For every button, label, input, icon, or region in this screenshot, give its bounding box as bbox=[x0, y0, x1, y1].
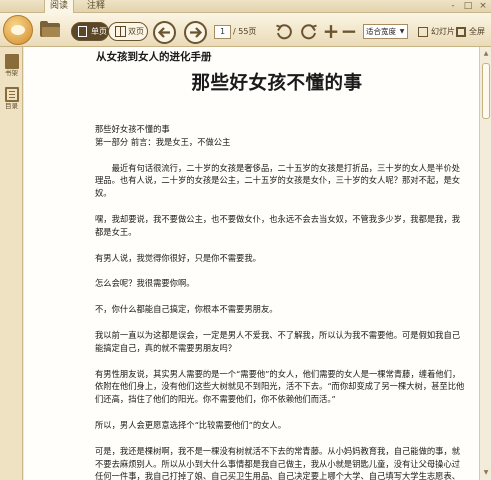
document-body: 那些好女孩不懂的事 第一部分 前言：我是女王，不做公主 最近有句话很流行，二十岁… bbox=[95, 123, 467, 480]
fit-mode-select[interactable]: 适合宽度 ▼ bbox=[363, 24, 408, 39]
slideshow-button[interactable]: 幻灯片 bbox=[418, 25, 455, 39]
document-page: 从女孩到女人的进化手册 那些好女孩不懂的事 那些好女孩不懂的事 第一部分 前言：… bbox=[24, 47, 479, 480]
app-logo[interactable] bbox=[3, 15, 33, 45]
sidebar-item-bookshelf[interactable]: 书架 bbox=[0, 54, 23, 78]
page-number-input[interactable]: 1 bbox=[214, 25, 231, 39]
paragraph: 可是，我还是棵树啊，我不是一棵没有树就活不下去的常青藤。从小妈妈教育我，自己能做… bbox=[95, 445, 461, 480]
toc-icon bbox=[4, 87, 19, 102]
rotate-left-icon[interactable] bbox=[275, 23, 293, 41]
tab-read[interactable]: 阅读 bbox=[44, 0, 74, 13]
scrollbar-thumb[interactable] bbox=[482, 63, 490, 119]
single-page-label: 单页 bbox=[91, 27, 107, 36]
close-icon[interactable]: × bbox=[477, 0, 489, 12]
paragraph: 有男性朋友说，其实男人需要的是一个“需要他”的女人，他们需要的女人是一棵常青藤，… bbox=[95, 368, 465, 405]
double-page-label: 双页 bbox=[128, 27, 144, 36]
scroll-down-icon[interactable]: ▼ bbox=[482, 469, 490, 477]
zoom-out-icon[interactable]: − bbox=[340, 21, 358, 41]
page-total: / 55页 bbox=[233, 27, 257, 36]
rotate-right-icon[interactable] bbox=[300, 23, 318, 41]
chapter-title: 那些好女孩不懂的事 bbox=[191, 73, 363, 94]
single-page-button[interactable]: 单页 bbox=[71, 22, 109, 41]
paragraph: 最近有句话很流行，二十岁的女孩是奢侈品，二十五岁的女孩是打折品，三十岁的女人是半… bbox=[95, 162, 461, 199]
zoom-in-icon[interactable]: + bbox=[322, 21, 340, 41]
chevron-down-icon: ▼ bbox=[399, 28, 405, 35]
vertical-scrollbar[interactable]: ▲ ▼ bbox=[479, 47, 491, 480]
fullscreen-button[interactable]: 全屏 bbox=[456, 25, 485, 39]
maximize-icon[interactable]: □ bbox=[462, 0, 474, 12]
sidebar-item-label: 书架 bbox=[5, 69, 18, 77]
arrow-left-icon bbox=[157, 27, 170, 38]
paragraph: 嘿，我却要说，我不要做公主，也不要做女仆，也永远不会去当女奴，不管我多少岁，我都… bbox=[95, 213, 461, 237]
slideshow-label: 幻灯片 bbox=[431, 27, 455, 36]
open-folder-icon[interactable] bbox=[40, 21, 60, 37]
next-page-button[interactable] bbox=[184, 21, 207, 44]
sidebar-item-toc[interactable]: 目录 bbox=[0, 87, 23, 111]
section-title: 那些好女孩不懂的事 bbox=[95, 124, 170, 134]
paragraph: 不，你什么都能自己搞定，你根本不需要男朋友。 bbox=[95, 304, 278, 315]
tab-notes[interactable]: 注释 bbox=[81, 0, 111, 13]
paragraph: 怎么会呢？我很需要你啊。 bbox=[95, 278, 195, 289]
part-line: 第一部分 前言：我是女王，不做公主 bbox=[95, 136, 231, 147]
running-header: 从女孩到女人的进化手册 bbox=[96, 51, 212, 63]
fit-mode-value: 适合宽度 bbox=[366, 27, 396, 36]
arrow-right-icon bbox=[190, 27, 203, 38]
sidebar-item-label: 目录 bbox=[5, 102, 18, 110]
document-view[interactable]: 从女孩到女人的进化手册 那些好女孩不懂的事 那些好女孩不懂的事 第一部分 前言：… bbox=[24, 47, 479, 480]
double-page-button[interactable]: 双页 bbox=[108, 22, 148, 41]
paragraph: 有男人说，我觉得你很好，只是你不需要我。 bbox=[95, 252, 261, 263]
scroll-up-icon[interactable]: ▲ bbox=[482, 50, 490, 58]
double-page-icon bbox=[115, 26, 126, 37]
fullscreen-icon bbox=[456, 27, 466, 37]
toolbar: 单页 双页 1 / 55页 + − 适合宽度 ▼ 幻灯片 全屏 bbox=[0, 13, 491, 47]
fullscreen-label: 全屏 bbox=[469, 27, 485, 36]
minimize-icon[interactable]: - bbox=[447, 0, 459, 12]
slideshow-icon bbox=[418, 27, 428, 37]
left-sidebar: 书架 目录 bbox=[0, 47, 23, 480]
bookshelf-icon bbox=[4, 54, 19, 69]
tab-strip: 阅读 注释 - □ × bbox=[0, 0, 491, 13]
previous-page-button[interactable] bbox=[153, 21, 176, 44]
paragraph: 我以前一直以为这都是误会，一定是男人不爱我、不了解我，所以认为我不需要他。可是假… bbox=[95, 329, 461, 353]
paragraph: 所以，男人会更愿意选择个“比较需要他们”的女人。 bbox=[95, 419, 287, 430]
single-page-icon bbox=[78, 26, 87, 37]
